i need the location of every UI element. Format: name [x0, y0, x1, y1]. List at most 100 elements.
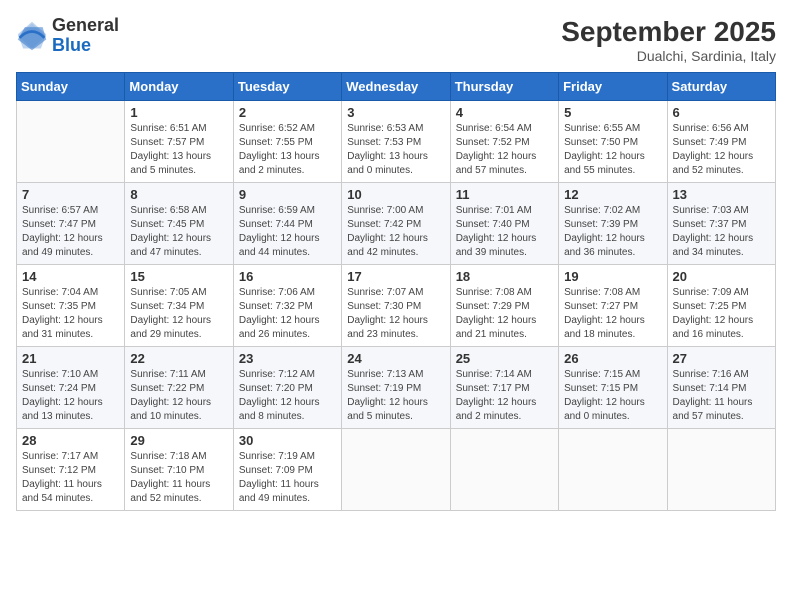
day-info: Sunrise: 7:19 AM Sunset: 7:09 PM Dayligh…: [239, 450, 336, 506]
calendar-cell: [17, 101, 125, 183]
day-number: 4: [456, 105, 553, 120]
calendar-cell: 21 Sunrise: 7:10 AM Sunset: 7:24 PM Dayli…: [17, 347, 125, 429]
calendar-cell: 18 Sunrise: 7:08 AM Sunset: 7:29 PM Dayli…: [450, 265, 558, 347]
calendar-cell: 26Sunrise: 7:15 AM Sunset: 7:15 PM Dayli…: [559, 347, 667, 429]
day-info: Sunrise: 6:54 AM Sunset: 7:52 PM Dayligh…: [456, 122, 553, 178]
calendar-cell: 10 Sunrise: 7:00 AM Sunset: 7:42 PM Dayli…: [342, 183, 450, 265]
day-info: Sunrise: 7:07 AM Sunset: 7:30 PM Dayligh…: [347, 286, 444, 342]
day-info: Sunrise: 7:05 AM Sunset: 7:34 PM Dayligh…: [130, 286, 227, 342]
day-number: 2: [239, 105, 336, 120]
day-number: 23: [239, 351, 336, 366]
day-number: 15: [130, 269, 227, 284]
calendar-cell: [559, 429, 667, 511]
col-header-tuesday: Tuesday: [233, 73, 341, 101]
day-number: 30: [239, 433, 336, 448]
calendar-cell: 27 Sunrise: 7:16 AM Sunset: 7:14 PM Dayli…: [667, 347, 775, 429]
calendar-cell: 30 Sunrise: 7:19 AM Sunset: 7:09 PM Dayli…: [233, 429, 341, 511]
calendar-cell: 4 Sunrise: 6:54 AM Sunset: 7:52 PM Daylig…: [450, 101, 558, 183]
day-info: Sunrise: 7:12 AM Sunset: 7:20 PM Dayligh…: [239, 368, 336, 424]
day-number: 7: [22, 187, 119, 202]
calendar-header-row: SundayMondayTuesdayWednesdayThursdayFrid…: [17, 73, 776, 101]
day-info: Sunrise: 6:59 AM Sunset: 7:44 PM Dayligh…: [239, 204, 336, 260]
calendar-cell: [450, 429, 558, 511]
calendar-cell: 3 Sunrise: 6:53 AM Sunset: 7:53 PM Daylig…: [342, 101, 450, 183]
day-number: 21: [22, 351, 119, 366]
day-number: 25: [456, 351, 553, 366]
location: Dualchi, Sardinia, Italy: [561, 48, 776, 64]
day-info: Sunrise: 6:55 AM Sunset: 7:50 PM Dayligh…: [564, 122, 661, 178]
day-info: Sunrise: 7:02 AM Sunset: 7:39 PM Dayligh…: [564, 204, 661, 260]
day-info: Sunrise: 6:56 AM Sunset: 7:49 PM Dayligh…: [673, 122, 770, 178]
calendar-table: SundayMondayTuesdayWednesdayThursdayFrid…: [16, 72, 776, 511]
col-header-wednesday: Wednesday: [342, 73, 450, 101]
month-title: September 2025: [561, 16, 776, 48]
day-number: 20: [673, 269, 770, 284]
calendar-week-2: 7 Sunrise: 6:57 AM Sunset: 7:47 PM Daylig…: [17, 183, 776, 265]
day-info: Sunrise: 7:08 AM Sunset: 7:29 PM Dayligh…: [456, 286, 553, 342]
day-number: 19: [564, 269, 661, 284]
logo-icon: [16, 20, 48, 52]
calendar-cell: [667, 429, 775, 511]
logo: General Blue: [16, 16, 119, 56]
day-number: 24: [347, 351, 444, 366]
day-info: Sunrise: 6:52 AM Sunset: 7:55 PM Dayligh…: [239, 122, 336, 178]
page-header: General Blue September 2025 Dualchi, Sar…: [16, 16, 776, 64]
day-number: 12: [564, 187, 661, 202]
day-info: Sunrise: 7:16 AM Sunset: 7:14 PM Dayligh…: [673, 368, 770, 424]
day-info: Sunrise: 7:04 AM Sunset: 7:35 PM Dayligh…: [22, 286, 119, 342]
calendar-cell: 24 Sunrise: 7:13 AM Sunset: 7:19 PM Dayli…: [342, 347, 450, 429]
calendar-cell: 17Sunrise: 7:07 AM Sunset: 7:30 PM Dayli…: [342, 265, 450, 347]
day-info: Sunrise: 7:14 AM Sunset: 7:17 PM Dayligh…: [456, 368, 553, 424]
day-number: 13: [673, 187, 770, 202]
day-info: Sunrise: 6:51 AM Sunset: 7:57 PM Dayligh…: [130, 122, 227, 178]
calendar-cell: 2 Sunrise: 6:52 AM Sunset: 7:55 PM Daylig…: [233, 101, 341, 183]
title-block: September 2025 Dualchi, Sardinia, Italy: [561, 16, 776, 64]
day-info: Sunrise: 7:11 AM Sunset: 7:22 PM Dayligh…: [130, 368, 227, 424]
day-info: Sunrise: 7:06 AM Sunset: 7:32 PM Dayligh…: [239, 286, 336, 342]
day-info: Sunrise: 6:57 AM Sunset: 7:47 PM Dayligh…: [22, 204, 119, 260]
day-number: 26: [564, 351, 661, 366]
calendar-cell: 11 Sunrise: 7:01 AM Sunset: 7:40 PM Dayli…: [450, 183, 558, 265]
col-header-saturday: Saturday: [667, 73, 775, 101]
calendar-cell: 5Sunrise: 6:55 AM Sunset: 7:50 PM Daylig…: [559, 101, 667, 183]
calendar-cell: 20 Sunrise: 7:09 AM Sunset: 7:25 PM Dayli…: [667, 265, 775, 347]
day-number: 28: [22, 433, 119, 448]
calendar-week-4: 21 Sunrise: 7:10 AM Sunset: 7:24 PM Dayli…: [17, 347, 776, 429]
day-info: Sunrise: 7:03 AM Sunset: 7:37 PM Dayligh…: [673, 204, 770, 260]
calendar-cell: 22Sunrise: 7:11 AM Sunset: 7:22 PM Dayli…: [125, 347, 233, 429]
calendar-cell: 16Sunrise: 7:06 AM Sunset: 7:32 PM Dayli…: [233, 265, 341, 347]
day-info: Sunrise: 7:09 AM Sunset: 7:25 PM Dayligh…: [673, 286, 770, 342]
calendar-week-1: 1Sunrise: 6:51 AM Sunset: 7:57 PM Daylig…: [17, 101, 776, 183]
calendar-cell: 28 Sunrise: 7:17 AM Sunset: 7:12 PM Dayli…: [17, 429, 125, 511]
calendar-week-3: 14 Sunrise: 7:04 AM Sunset: 7:35 PM Dayli…: [17, 265, 776, 347]
calendar-cell: 8 Sunrise: 6:58 AM Sunset: 7:45 PM Daylig…: [125, 183, 233, 265]
day-info: Sunrise: 7:13 AM Sunset: 7:19 PM Dayligh…: [347, 368, 444, 424]
day-number: 27: [673, 351, 770, 366]
day-info: Sunrise: 7:01 AM Sunset: 7:40 PM Dayligh…: [456, 204, 553, 260]
day-number: 8: [130, 187, 227, 202]
calendar-cell: 13 Sunrise: 7:03 AM Sunset: 7:37 PM Dayli…: [667, 183, 775, 265]
calendar-cell: 23 Sunrise: 7:12 AM Sunset: 7:20 PM Dayli…: [233, 347, 341, 429]
calendar-cell: 25 Sunrise: 7:14 AM Sunset: 7:17 PM Dayli…: [450, 347, 558, 429]
calendar-cell: 6Sunrise: 6:56 AM Sunset: 7:49 PM Daylig…: [667, 101, 775, 183]
day-info: Sunrise: 7:08 AM Sunset: 7:27 PM Dayligh…: [564, 286, 661, 342]
col-header-sunday: Sunday: [17, 73, 125, 101]
calendar-week-5: 28 Sunrise: 7:17 AM Sunset: 7:12 PM Dayli…: [17, 429, 776, 511]
col-header-friday: Friday: [559, 73, 667, 101]
day-number: 14: [22, 269, 119, 284]
col-header-monday: Monday: [125, 73, 233, 101]
calendar-cell: 9Sunrise: 6:59 AM Sunset: 7:44 PM Daylig…: [233, 183, 341, 265]
day-number: 11: [456, 187, 553, 202]
day-number: 18: [456, 269, 553, 284]
day-info: Sunrise: 7:10 AM Sunset: 7:24 PM Dayligh…: [22, 368, 119, 424]
logo-text: General Blue: [52, 16, 119, 56]
day-number: 10: [347, 187, 444, 202]
day-number: 3: [347, 105, 444, 120]
day-info: Sunrise: 7:18 AM Sunset: 7:10 PM Dayligh…: [130, 450, 227, 506]
day-info: Sunrise: 7:17 AM Sunset: 7:12 PM Dayligh…: [22, 450, 119, 506]
calendar-cell: 12 Sunrise: 7:02 AM Sunset: 7:39 PM Dayli…: [559, 183, 667, 265]
day-info: Sunrise: 6:58 AM Sunset: 7:45 PM Dayligh…: [130, 204, 227, 260]
day-info: Sunrise: 7:00 AM Sunset: 7:42 PM Dayligh…: [347, 204, 444, 260]
calendar-cell: 15 Sunrise: 7:05 AM Sunset: 7:34 PM Dayli…: [125, 265, 233, 347]
day-info: Sunrise: 6:53 AM Sunset: 7:53 PM Dayligh…: [347, 122, 444, 178]
